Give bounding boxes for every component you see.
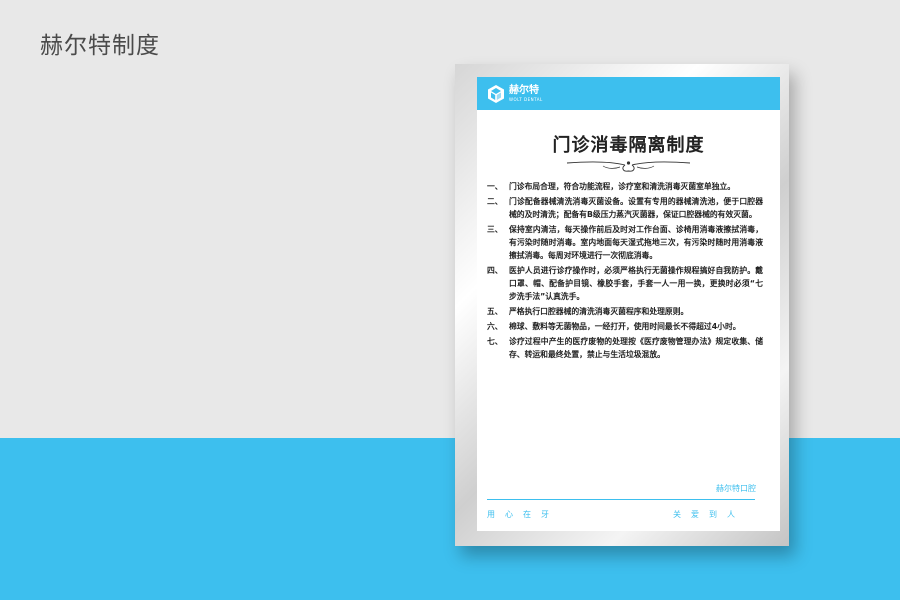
rule-number: 四、 <box>487 266 503 275</box>
rule-item: 四、 医护人员进行诊疗操作时，必须严格执行无菌操作规程搞好自我防护。戴口罩、帽、… <box>487 264 763 303</box>
rule-item: 三、 保持室内清洁，每天操作前后及时对工作台面、诊椅用消毒液擦拭消毒，有污染时随… <box>487 223 763 262</box>
rule-item: 一、 门诊布局合理，符合功能流程，诊疗室和清洗消毒灭菌室单独立。 <box>487 180 763 193</box>
footer-organization: 赫尔特口腔 <box>716 484 756 493</box>
document-title: 门诊消毒隔离制度 <box>552 135 705 156</box>
rule-item: 七、 诊疗过程中产生的医疗废物的处理按《医疗废物管理办法》规定收集、储存、转运和… <box>487 335 763 361</box>
ornament-divider-icon <box>566 161 691 172</box>
logo-name: 赫尔特 <box>509 85 539 96</box>
slogan-left: 用心在牙 <box>487 510 559 519</box>
rule-text: 诊疗过程中产生的医疗废物的处理按《医疗废物管理办法》规定收集、储存、转运和最终处… <box>509 337 763 359</box>
rule-number: 五、 <box>487 307 503 316</box>
footer-divider <box>487 499 755 500</box>
poster-header: 赫尔特 WOLT DENTAL <box>477 77 780 110</box>
rule-number: 二、 <box>487 197 503 206</box>
rule-text: 严格执行口腔器械的清洗消毒灭菌程序和处理原则。 <box>509 307 689 316</box>
rule-item: 五、 严格执行口腔器械的清洗消毒灭菌程序和处理原则。 <box>487 305 763 318</box>
rule-item: 二、 门诊配备器械清洗消毒灭菌设备。设置有专用的器械清洗池，便于口腔器械的及时清… <box>487 195 763 221</box>
rule-number: 六、 <box>487 322 503 331</box>
rule-number: 一、 <box>487 182 503 191</box>
rule-item: 六、 棉球、敷料等无菌物品，一经打开，使用时间最长不得超过4小时。 <box>487 320 763 333</box>
page-title: 赫尔特制度 <box>40 33 160 59</box>
slogan-right: 关爱到人 <box>673 510 745 519</box>
rule-text: 保持室内清洁，每天操作前后及时对工作台面、诊椅用消毒液擦拭消毒，有污染时随时消毒… <box>509 225 763 260</box>
rule-number: 三、 <box>487 225 503 234</box>
poster: 赫尔特 WOLT DENTAL 门诊消毒隔离制度 一、 门诊布局合理，符合功能流… <box>477 77 780 531</box>
rules-list: 一、 门诊布局合理，符合功能流程，诊疗室和清洗消毒灭菌室单独立。 二、 门诊配备… <box>487 180 763 363</box>
rule-text: 门诊布局合理，符合功能流程，诊疗室和清洗消毒灭菌室单独立。 <box>509 182 736 191</box>
logo-subtitle: WOLT DENTAL <box>509 97 543 102</box>
rule-text: 门诊配备器械清洗消毒灭菌设备。设置有专用的器械清洗池，便于口腔器械的及时清洗；配… <box>509 197 763 219</box>
rule-text: 棉球、敷料等无菌物品，一经打开，使用时间最长不得超过4小时。 <box>509 322 741 331</box>
rule-text: 医护人员进行诊疗操作时，必须严格执行无菌操作规程搞好自我防护。戴口罩、帽、配备护… <box>509 266 763 301</box>
rule-number: 七、 <box>487 337 503 346</box>
hexagon-cube-icon <box>488 85 504 103</box>
